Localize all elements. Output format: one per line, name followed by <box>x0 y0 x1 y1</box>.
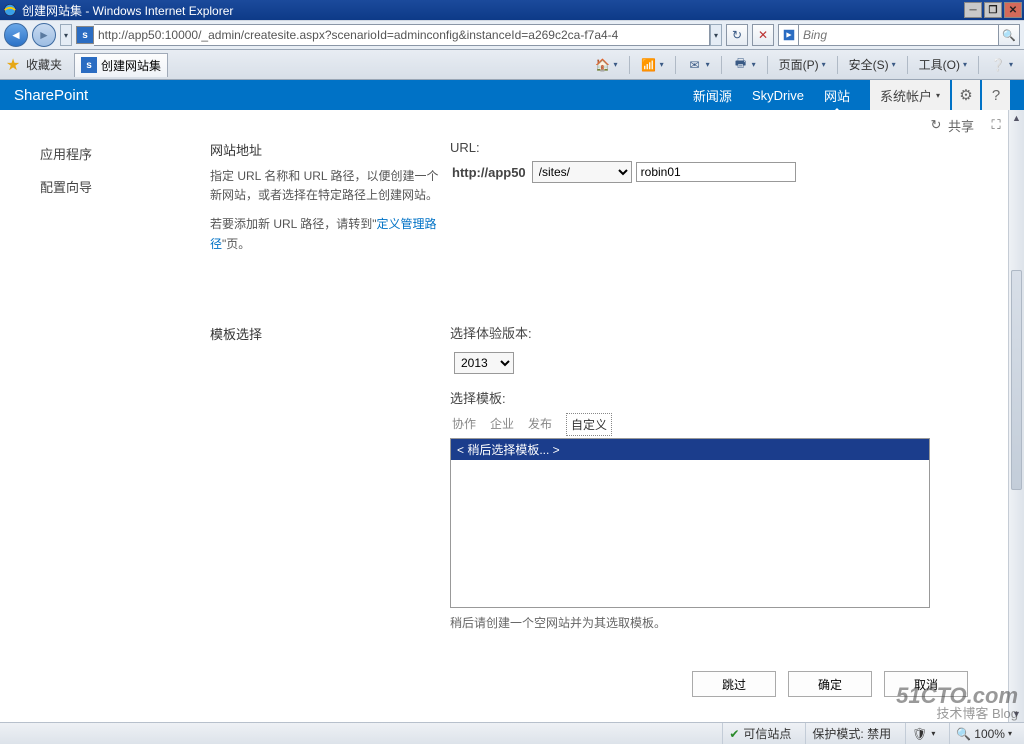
favorites-label[interactable]: 收藏夹 <box>26 56 62 73</box>
tab-custom[interactable]: 自定义 <box>566 413 612 436</box>
favorites-star-icon[interactable]: ★ <box>4 56 22 74</box>
sharepoint-suite-bar: SharePoint 新闻源 SkyDrive 网站 系统帐户 ▾ ⚙ ? <box>0 80 1024 110</box>
tab-enterprise[interactable]: 企业 <box>490 413 514 436</box>
home-button[interactable]: 🏠▾ <box>588 54 625 76</box>
window-titlebar: 创建网站集 - Windows Internet Explorer ─ ❐ ✕ <box>0 0 1024 20</box>
question-icon: ? <box>992 87 1000 104</box>
template-item-selected[interactable]: < 稍后选择模板... > <box>451 439 929 460</box>
stop-button[interactable]: ✕ <box>752 24 774 46</box>
template-note: 稍后请创建一个空网站并为其选取模板。 <box>450 614 978 631</box>
ie-status-bar: ✔ 可信站点 保护模式: 禁用 🛡▾ 🔍 100% ▾ <box>0 722 1024 744</box>
address-bar: s ▾ <box>76 24 722 46</box>
search-provider-icon[interactable] <box>778 24 798 46</box>
ie-command-bar: 🏠▾ 📶▾ ✉▾ 🖶▾ 页面(P) ▾ 安全(S) ▾ 工具(O) ▾ ❔▾ <box>588 54 1020 76</box>
gear-icon: ⚙ <box>959 86 972 104</box>
print-icon: 🖶 <box>733 57 749 73</box>
help-icon: ❔ <box>990 57 1006 73</box>
page-scroll: 应用程序 配置向导 网站地址 指定 URL 名称和 URL 路径，以便创建一个新… <box>0 110 1008 722</box>
status-protected-mode: 保护模式: 禁用 <box>805 723 897 744</box>
section-descriptions: 网站地址 指定 URL 名称和 URL 路径，以便创建一个新网站，或者选择在特定… <box>210 140 440 712</box>
experience-label: 选择体验版本: <box>450 323 978 342</box>
scroll-up-arrow[interactable]: ▲ <box>1009 110 1024 126</box>
scroll-thumb[interactable] <box>1011 270 1022 490</box>
button-row: 跳过 确定 取消 <box>450 671 978 697</box>
nav-history-dropdown[interactable]: ▾ <box>60 24 72 46</box>
shield-icon: 🛡 <box>912 727 927 741</box>
section-title-address: 网站地址 <box>210 140 440 159</box>
experience-select[interactable]: 2013 <box>454 352 514 374</box>
section-template: 模板选择 <box>210 324 440 343</box>
window-restore-button[interactable]: ❐ <box>984 2 1002 18</box>
section-site-address: 网站地址 指定 URL 名称和 URL 路径，以便创建一个新网站，或者选择在特定… <box>210 140 440 254</box>
zoom-icon: 🔍 <box>956 727 971 741</box>
search-go-button[interactable]: 🔍 <box>998 24 1020 46</box>
page-body: 应用程序 配置向导 网站地址 指定 URL 名称和 URL 路径，以便创建一个新… <box>0 110 1024 722</box>
url-label: URL: <box>450 140 978 155</box>
nav-forward-button[interactable]: ► <box>32 23 56 47</box>
ie-nav-bar: ◄ ► ▾ s ▾ ↻ ✕ 🔍 <box>0 20 1024 50</box>
ie-icon <box>2 2 18 18</box>
page-menu-button[interactable]: 页面(P) ▾ <box>772 54 833 76</box>
url-path-select[interactable]: /sites/ <box>532 161 632 183</box>
address-dropdown[interactable]: ▾ <box>710 24 722 46</box>
tab-favicon-icon: s <box>81 57 97 73</box>
tab-title: 创建网站集 <box>101 57 161 74</box>
template-listbox[interactable]: < 稍后选择模板... > <box>450 438 930 608</box>
suite-link-sites[interactable]: 网站 <box>824 86 850 105</box>
feeds-button[interactable]: 📶▾ <box>634 54 671 76</box>
status-zone[interactable]: ✔ 可信站点 <box>722 723 797 744</box>
browser-tab[interactable]: s 创建网站集 <box>74 53 168 77</box>
window-title: 创建网站集 - Windows Internet Explorer <box>22 2 233 19</box>
ie-tab-bar: ★ 收藏夹 s 创建网站集 🏠▾ 📶▾ ✉▾ 🖶▾ 页面(P) ▾ 安全(S) … <box>0 50 1024 80</box>
left-nav: 应用程序 配置向导 <box>30 140 210 712</box>
ok-button[interactable]: 确定 <box>788 671 872 697</box>
form-area: URL: http://app50 /sites/ 选择体验版本: 2013 选… <box>440 140 978 712</box>
window-minimize-button[interactable]: ─ <box>964 2 982 18</box>
help-button-suite[interactable]: ? <box>982 80 1010 110</box>
suite-link-skydrive[interactable]: SkyDrive <box>752 88 804 103</box>
cancel-button[interactable]: 取消 <box>884 671 968 697</box>
nav-back-button[interactable]: ◄ <box>4 23 28 47</box>
nav-item-apps[interactable]: 应用程序 <box>30 140 210 173</box>
skip-button[interactable]: 跳过 <box>692 671 776 697</box>
help-button[interactable]: ❔▾ <box>983 54 1020 76</box>
section-title-template: 模板选择 <box>210 324 440 343</box>
template-tabs: 协作 企业 发布 自定义 <box>452 413 978 436</box>
settings-button[interactable]: ⚙ <box>952 80 980 110</box>
section-desc-address-2: 若要添加新 URL 路径，请转到"定义管理路径"页。 <box>210 215 440 253</box>
search-input[interactable] <box>798 24 998 46</box>
safety-menu-button[interactable]: 安全(S) ▾ <box>842 54 903 76</box>
home-icon: 🏠 <box>595 57 611 73</box>
tools-menu-button[interactable]: 工具(O) ▾ <box>912 54 974 76</box>
vertical-scrollbar[interactable]: ▲ ▼ <box>1008 110 1024 722</box>
url-host: http://app50 <box>450 163 528 182</box>
chevron-down-icon: ▾ <box>1008 729 1012 738</box>
status-extra[interactable]: 🛡▾ <box>905 723 941 744</box>
section-desc-address-1: 指定 URL 名称和 URL 路径，以便创建一个新网站，或者选择在特定路径上创建… <box>210 167 440 205</box>
window-close-button[interactable]: ✕ <box>1004 2 1022 18</box>
mail-button[interactable]: ✉▾ <box>680 54 717 76</box>
url-row: http://app50 /sites/ <box>450 161 978 183</box>
zoom-control[interactable]: 🔍 100% ▾ <box>949 723 1018 744</box>
print-button[interactable]: 🖶▾ <box>726 54 763 76</box>
trusted-check-icon: ✔ <box>729 727 739 741</box>
url-name-input[interactable] <box>636 162 796 182</box>
mail-icon: ✉ <box>687 57 703 73</box>
site-icon: s <box>76 26 94 44</box>
chevron-down-icon: ▾ <box>936 91 940 100</box>
scroll-down-arrow[interactable]: ▼ <box>1009 706 1024 722</box>
refresh-button[interactable]: ↻ <box>726 24 748 46</box>
rss-icon: 📶 <box>641 57 657 73</box>
tab-publish[interactable]: 发布 <box>528 413 552 436</box>
template-label: 选择模板: <box>450 388 978 407</box>
suite-link-newsfeed[interactable]: 新闻源 <box>693 86 732 105</box>
tab-collab[interactable]: 协作 <box>452 413 476 436</box>
account-menu[interactable]: 系统帐户 ▾ <box>870 80 950 110</box>
brand-label: SharePoint <box>14 87 88 104</box>
address-input[interactable] <box>94 24 710 46</box>
search-bar: 🔍 <box>778 24 1020 46</box>
account-label: 系统帐户 <box>880 86 932 105</box>
nav-item-wizard[interactable]: 配置向导 <box>30 173 210 206</box>
